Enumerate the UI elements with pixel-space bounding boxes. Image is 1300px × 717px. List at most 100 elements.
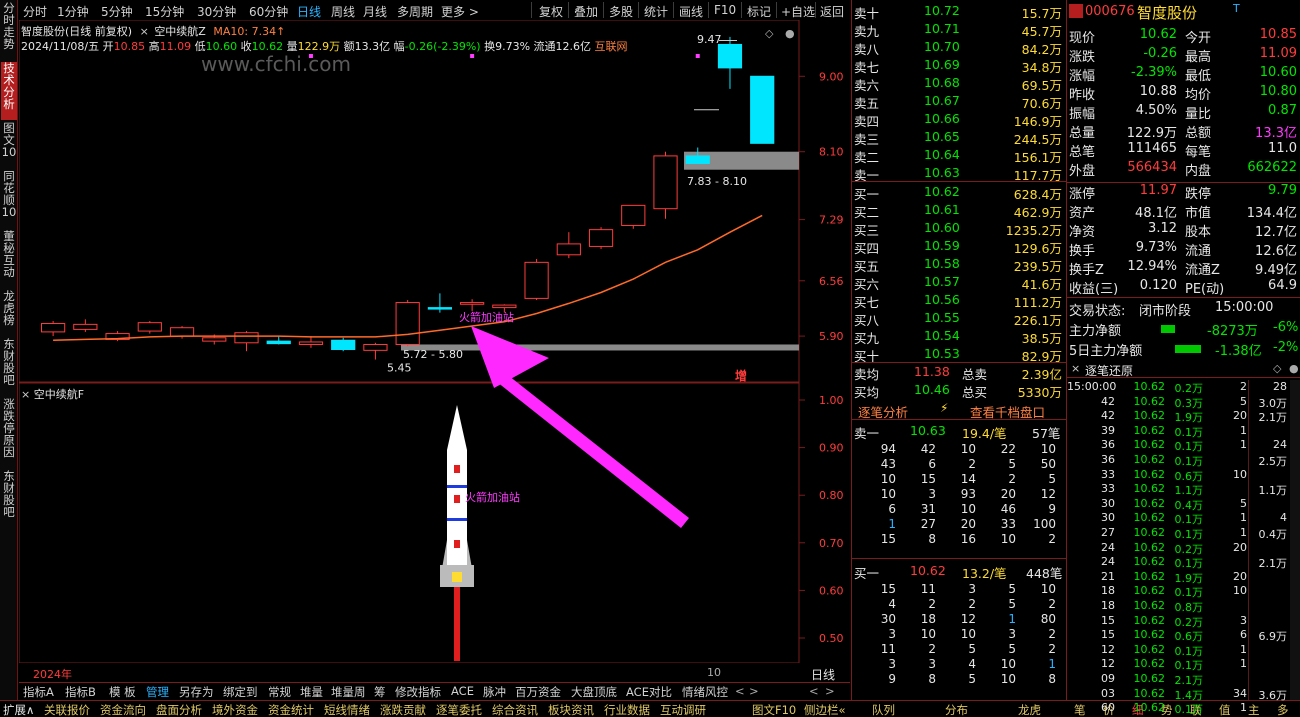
stab-sidebar[interactable]: 侧边栏« — [804, 702, 846, 717]
candle-body[interactable] — [331, 339, 356, 351]
tick-list-dot-icon[interactable]: ● — [1289, 362, 1299, 375]
vtab-dragon-tiger[interactable]: 龙虎榜 — [1, 290, 17, 334]
period-weekly[interactable]: 周线 — [331, 3, 355, 20]
buy-row-3[interactable]: 买三 10.60 1235.2万 — [852, 219, 1066, 238]
tab-thousand-depth[interactable]: 查看千档盘口 — [970, 402, 1045, 421]
rstab-queue[interactable]: 队列 — [872, 702, 895, 717]
sell-row-8[interactable]: 卖三 10.65 244.5万 — [852, 128, 1066, 147]
candle-body[interactable] — [169, 327, 195, 337]
period-1min[interactable]: 1分钟 — [57, 3, 89, 20]
buy-row-8[interactable]: 买八 10.55 226.1万 — [852, 309, 1066, 328]
btab-million-fund[interactable]: 百万资金 — [515, 684, 561, 700]
vtab-technical[interactable]: 技术分析 — [1, 62, 17, 120]
vtab-guba-2[interactable]: 东财股吧 — [1, 470, 17, 526]
candle-body[interactable] — [685, 155, 710, 164]
toolbar-draw-button[interactable]: 画线 — [679, 3, 703, 20]
btab-bind[interactable]: 绑定到 — [223, 684, 258, 700]
candle-body[interactable] — [298, 341, 324, 345]
candle-body[interactable] — [41, 323, 66, 333]
btab-market-top-bottom[interactable]: 大盘顶底 — [571, 684, 617, 700]
close-icon[interactable]: × — [140, 25, 149, 38]
toolbar-f10-button[interactable]: F10 — [714, 3, 736, 17]
btab-indicator-b[interactable]: 指标B — [65, 684, 96, 700]
candle-body[interactable] — [234, 332, 259, 344]
stab-industry-data[interactable]: 行业数据 — [604, 702, 650, 717]
period-60min[interactable]: 60分钟 — [249, 3, 288, 20]
sector-value[interactable]: 互联网 — [595, 40, 628, 53]
btab-stack[interactable]: 堆量 — [300, 684, 323, 700]
sell-row-9[interactable]: 卖二 10.64 156.1万 — [852, 146, 1066, 165]
vtab-secretary[interactable]: 董秘互动 — [1, 230, 17, 284]
toolbar-overlay-button[interactable]: 叠加 — [574, 3, 598, 20]
stab-market-analysis[interactable]: 盘面分析 — [156, 702, 202, 717]
candle-body[interactable] — [427, 307, 452, 310]
stab-foreign-fund[interactable]: 境外资金 — [212, 702, 258, 717]
btab-chip[interactable]: 筹 — [374, 684, 386, 700]
diamond-icon[interactable]: ◇ — [765, 27, 773, 40]
buy-row-6[interactable]: 买六 10.57 41.6万 — [852, 273, 1066, 292]
scroll-first-icon[interactable]: < — [809, 684, 819, 698]
candle-body[interactable] — [460, 302, 485, 305]
sell-row-4[interactable]: 卖七 10.69 34.8万 — [852, 56, 1066, 75]
toolbar-multistock-button[interactable]: 多股 — [609, 3, 633, 20]
stab-fund-stats[interactable]: 资金统计 — [268, 702, 314, 717]
tick-list-scrollbar[interactable] — [1290, 380, 1300, 700]
buy-row-4[interactable]: 买四 10.59 129.6万 — [852, 237, 1066, 256]
buy-row-2[interactable]: 买二 10.61 462.9万 — [852, 201, 1066, 220]
rstab-dragon[interactable]: 龙虎 — [1018, 702, 1041, 717]
btab-ace[interactable]: ACE — [451, 684, 474, 698]
toolbar-watchlist-button[interactable]: +自选 — [781, 3, 815, 20]
toolbar-mark-button[interactable]: 标记 — [747, 3, 771, 20]
btab-indicator-a[interactable]: 指标A — [23, 684, 54, 700]
btab-edit-indicator[interactable]: 修改指标 — [395, 684, 441, 700]
btab-save-as[interactable]: 另存为 — [179, 684, 214, 700]
candle-body[interactable] — [556, 243, 581, 256]
candle-body[interactable] — [266, 340, 291, 345]
scroll-last-icon[interactable]: > — [825, 684, 835, 698]
stab-f10[interactable]: 图文F10 — [752, 702, 796, 717]
candle-body[interactable] — [621, 204, 646, 226]
vtab-guba[interactable]: 东财股吧 — [1, 338, 17, 394]
buy-row-5[interactable]: 买五 10.58 239.5万 — [852, 255, 1066, 274]
candle-body[interactable] — [653, 155, 678, 210]
buy-row-1[interactable]: 买一 10.62 628.4万 — [852, 183, 1066, 202]
sell-row-10[interactable]: 卖一 10.63 117.7万 — [852, 164, 1066, 183]
dot-icon[interactable]: ● — [785, 27, 795, 40]
sub-indicator-name[interactable]: 空中续航F — [34, 388, 84, 401]
toolbar-back-button[interactable]: 返回 — [820, 3, 844, 20]
sell-row-5[interactable]: 卖六 10.68 69.5万 — [852, 74, 1066, 93]
sell-row-1[interactable]: 卖十 10.72 15.7万 — [852, 2, 1066, 21]
period-timeshare[interactable]: 分时 — [23, 3, 47, 20]
toolbar-adjust-button[interactable]: 复权 — [539, 3, 563, 20]
vtab-graphic[interactable]: 图文10 — [1, 122, 17, 166]
btab-ace-compare[interactable]: ACE对比 — [626, 684, 672, 700]
stab-news[interactable]: 综合资讯 — [492, 702, 538, 717]
stab-related-quote[interactable]: 关联报价 — [44, 702, 90, 717]
stab-survey[interactable]: 互动调研 — [660, 702, 706, 717]
stab-contribution[interactable]: 涨跌贡献 — [380, 702, 426, 717]
sub-close-icon[interactable]: × — [21, 388, 30, 401]
vtab-limit-reason[interactable]: 涨跌停原因 — [1, 398, 17, 466]
scroll-left-icon[interactable]: < — [735, 684, 745, 698]
buy-row-9[interactable]: 买九 10.54 38.5万 — [852, 327, 1066, 346]
btab-normal[interactable]: 常规 — [268, 684, 291, 700]
candle-body[interactable] — [395, 302, 420, 345]
candle-body[interactable] — [73, 323, 98, 330]
btab-manage[interactable]: 管理 — [146, 684, 169, 700]
tab-tick-analysis[interactable]: 逐笔分析 — [858, 402, 908, 421]
period-label[interactable]: 日线 — [811, 666, 835, 683]
btab-stack-week[interactable]: 堆量周 — [331, 684, 366, 700]
candle-body[interactable] — [363, 343, 388, 351]
buy-row-7[interactable]: 买七 10.56 111.2万 — [852, 291, 1066, 310]
buy-row-10[interactable]: 买十 10.53 82.9万 — [852, 345, 1066, 364]
period-more[interactable]: 更多 > — [441, 3, 479, 20]
period-multi[interactable]: 多周期 — [397, 3, 433, 20]
vtab-ths[interactable]: 同花顺10 — [1, 170, 17, 226]
rstab-distribution[interactable]: 分布 — [945, 702, 968, 717]
stab-fund-flow[interactable]: 资金流向 — [100, 702, 146, 717]
candle-body[interactable] — [717, 43, 743, 69]
btab-pulse[interactable]: 脉冲 — [483, 684, 506, 700]
tick-list-menu-icon[interactable]: ◇ — [1273, 362, 1281, 375]
toolbar-stats-button[interactable]: 统计 — [644, 3, 668, 20]
candle-body[interactable] — [202, 337, 227, 342]
